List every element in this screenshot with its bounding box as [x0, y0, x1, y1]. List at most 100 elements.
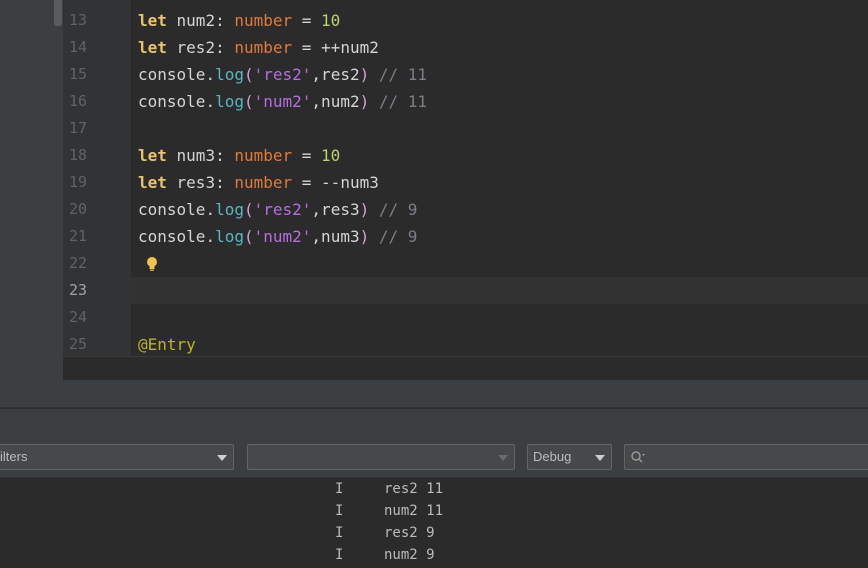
lightbulb-icon[interactable]: [145, 256, 159, 272]
line-number: 21: [68, 227, 87, 245]
log-message: res2 11: [384, 481, 444, 497]
paren: (: [243, 200, 254, 219]
string-literal: 'res2': [253, 200, 312, 219]
line-number: 13: [68, 11, 87, 29]
code-line-14[interactable]: let res2: number = ++num2: [138, 34, 379, 61]
argument: ,num2: [311, 92, 360, 111]
decorator: @Entry: [138, 335, 196, 354]
function-name: log: [215, 227, 244, 246]
argument: ,res3: [311, 200, 360, 219]
current-line-highlight: [131, 277, 868, 304]
code-line-21[interactable]: console.log('num2',num3) // 9: [138, 223, 417, 250]
punct: :: [215, 173, 235, 192]
identifier: res3: [166, 173, 216, 192]
line-number: 14: [68, 38, 87, 56]
line-number: 16: [68, 92, 87, 110]
type-annotation: number: [234, 146, 293, 165]
code-line-20[interactable]: console.log('res2',res3) // 9: [138, 196, 417, 223]
code-line-19[interactable]: let res3: number = --num3: [138, 169, 379, 196]
operator: =: [292, 38, 322, 57]
log-level-dropdown[interactable]: Debug: [527, 444, 612, 470]
log-level: I: [335, 547, 344, 563]
string-literal: 'num2': [253, 227, 312, 246]
string-literal: 'res2': [253, 65, 312, 84]
code-line-15[interactable]: console.log('res2',res2) // 11: [138, 61, 427, 88]
log-message: res2 9: [384, 525, 435, 541]
paren: ): [359, 227, 370, 246]
tool-window-strip: [0, 0, 63, 380]
code-line-16[interactable]: console.log('num2',num2) // 11: [138, 88, 427, 115]
argument: ,num3: [311, 227, 360, 246]
type-annotation: number: [234, 173, 293, 192]
log-filter-dropdown[interactable]: ilters: [0, 444, 234, 470]
log-level-value: Debug: [533, 449, 572, 464]
comment: // 11: [369, 92, 428, 111]
type-annotation: number: [234, 11, 293, 30]
keyword: let: [138, 38, 167, 57]
identifier: console: [138, 227, 206, 246]
identifier: console: [138, 92, 206, 111]
function-name: log: [215, 200, 244, 219]
editor-bottom-area: [63, 356, 868, 380]
log-level: I: [335, 525, 344, 541]
punct: .: [205, 65, 216, 84]
line-number: 18: [68, 146, 87, 164]
log-search-box[interactable]: [624, 444, 868, 470]
log-row[interactable]: I num2 11: [0, 500, 868, 522]
scrollbar-thumb[interactable]: [54, 0, 62, 26]
paren: (: [243, 227, 254, 246]
expression: --num3: [321, 173, 379, 192]
punct: :: [215, 146, 235, 165]
operator: =: [292, 173, 322, 192]
log-row[interactable]: I res2 11: [0, 478, 868, 500]
comment: // 9: [369, 200, 418, 219]
ide-window: 13 14 15 16 17 18 19 20 21 22 23 24 25 l…: [0, 0, 868, 568]
identifier: console: [138, 65, 206, 84]
identifier: res2: [166, 38, 216, 57]
comment: // 11: [369, 65, 428, 84]
line-number: 19: [68, 173, 87, 191]
process-dropdown[interactable]: [247, 444, 515, 470]
string-literal: 'num2': [253, 92, 312, 111]
tool-window-header: [0, 380, 868, 408]
log-row[interactable]: I res2 9: [0, 522, 868, 544]
log-message: num2 11: [384, 503, 444, 519]
log-row[interactable]: I num2 9: [0, 544, 868, 566]
chevron-down-icon: [595, 455, 605, 461]
line-number: 25: [68, 335, 87, 353]
chevron-down-icon: [498, 455, 508, 461]
punct: .: [205, 200, 216, 219]
punct: .: [205, 92, 216, 111]
operator: =: [292, 146, 322, 165]
code-line-13[interactable]: let num2: number = 10: [138, 7, 340, 34]
function-name: log: [215, 65, 244, 84]
search-icon[interactable]: [630, 450, 646, 464]
tool-window-tabs-bar: [0, 409, 868, 436]
punct: :: [215, 11, 235, 30]
line-number: 17: [68, 119, 87, 137]
keyword: let: [138, 146, 167, 165]
operator: =: [292, 11, 322, 30]
log-search-input[interactable]: [649, 445, 868, 469]
log-level: I: [335, 481, 344, 497]
paren: (: [243, 65, 254, 84]
identifier: num3: [166, 146, 216, 165]
number-literal: 10: [321, 11, 341, 30]
code-line-18[interactable]: let num3: number = 10: [138, 142, 340, 169]
code-line-25[interactable]: @Entry: [138, 331, 196, 358]
keyword: let: [138, 11, 167, 30]
expression: ++num2: [321, 38, 379, 57]
number-literal: 10: [321, 146, 341, 165]
function-name: log: [215, 92, 244, 111]
line-number: 22: [68, 254, 87, 272]
paren: ): [359, 200, 370, 219]
line-number: 15: [68, 65, 87, 83]
punct: :: [215, 38, 235, 57]
log-filter-label: ilters: [0, 449, 28, 464]
identifier: num2: [166, 11, 216, 30]
punct: .: [205, 227, 216, 246]
keyword: let: [138, 173, 167, 192]
log-level: I: [335, 503, 344, 519]
line-number: 24: [68, 308, 87, 326]
chevron-down-icon: [217, 455, 227, 461]
